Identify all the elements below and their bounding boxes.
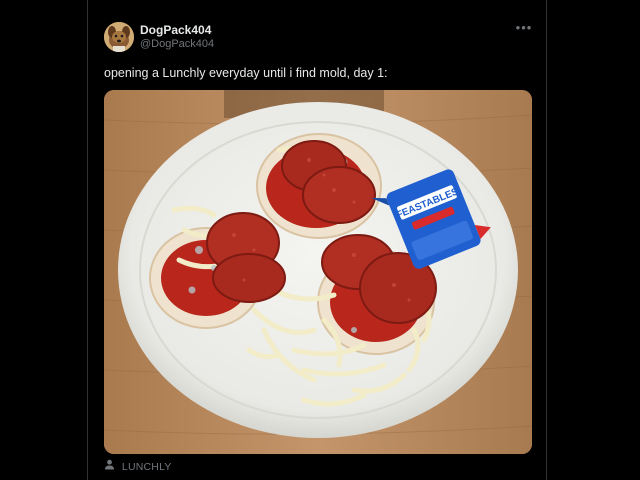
media-attribution[interactable]: LUNCHLY bbox=[104, 459, 172, 475]
tweet-text: opening a Lunchly everyday until i find … bbox=[104, 66, 388, 80]
tweet-card: DogPack404 @DogPack404 ••• opening a Lun… bbox=[87, 0, 547, 480]
dog-avatar-icon[interactable] bbox=[104, 22, 134, 52]
author-display-name[interactable]: DogPack404 bbox=[140, 23, 211, 37]
author-handle[interactable]: @DogPack404 bbox=[140, 38, 214, 50]
media-label-text: LUNCHLY bbox=[121, 461, 172, 474]
tweet-photo[interactable]: FEASTABLES bbox=[104, 90, 532, 454]
person-icon bbox=[104, 459, 115, 475]
page: DogPack404 @DogPack404 ••• opening a Lun… bbox=[0, 0, 640, 480]
more-horizontal-icon[interactable]: ••• bbox=[514, 20, 534, 36]
